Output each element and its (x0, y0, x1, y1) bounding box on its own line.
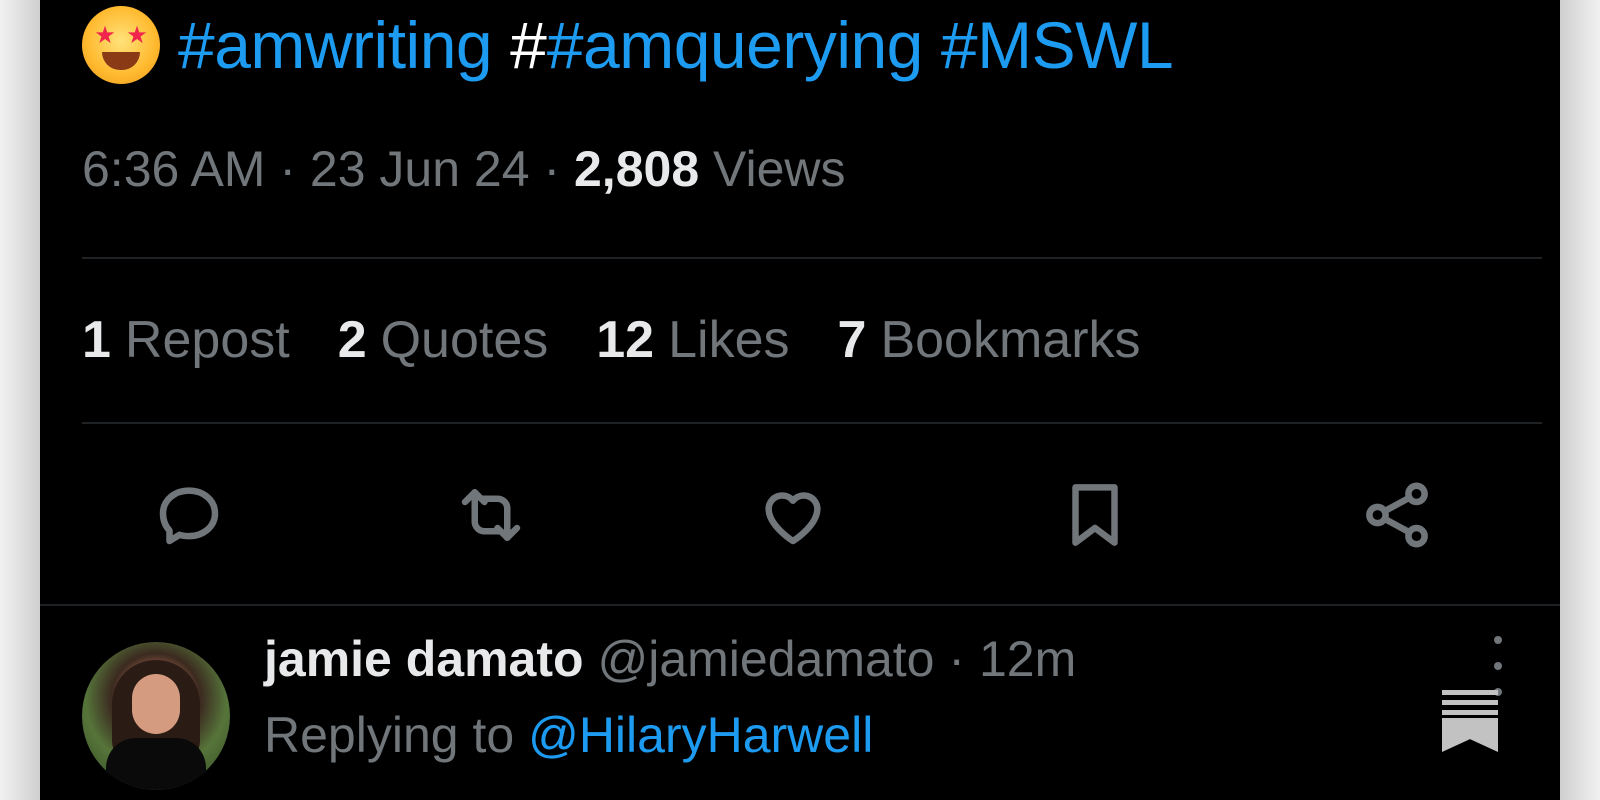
hashtag-amwriting[interactable]: #amwriting (178, 7, 493, 83)
bookmark-button[interactable] (1050, 470, 1140, 560)
repost-icon (461, 489, 521, 541)
divider (82, 422, 1542, 424)
reply-author-name[interactable]: jamie damato (264, 631, 584, 687)
action-bar (40, 470, 1560, 560)
more-options-icon[interactable] (1478, 636, 1518, 696)
divider (40, 604, 1560, 606)
likes-stat[interactable]: 12 Likes (596, 310, 789, 370)
replying-to-prefix: Replying to (264, 707, 515, 763)
reposts-stat[interactable]: 1 Repost (82, 310, 290, 370)
hashtags-row: ★ ★ #amwriting ##amquerying #MSWL (82, 4, 1174, 86)
extra-hash-prefix: # (510, 8, 547, 82)
replying-to-line: Replying to @HilaryHarwell (264, 706, 873, 764)
replying-to-mention[interactable]: @HilaryHarwell (528, 707, 873, 763)
tweet-time[interactable]: 6:36 AM (82, 141, 265, 197)
bookmark-icon (1072, 484, 1118, 546)
bookmarks-stat[interactable]: 7 Bookmarks (838, 310, 1141, 370)
share-icon (1366, 482, 1428, 548)
reply-author-handle[interactable]: @jamiedamato (597, 631, 934, 687)
star-struck-emoji-icon: ★ ★ (82, 6, 160, 84)
views-label: Views (713, 141, 846, 197)
tweet-meta: 6:36 AM · 23 Jun 24 · 2,808 Views (82, 141, 846, 197)
tweet-date[interactable]: 23 Jun 24 (310, 141, 530, 197)
hashtag-mswl[interactable]: #MSWL (941, 7, 1174, 83)
reply-time[interactable]: 12m (979, 631, 1076, 687)
engagement-stats: 1 Repost 2 Quotes 12 Likes 7 Bookmarks (82, 310, 1141, 370)
divider (82, 257, 1542, 259)
tweet-panel: ★ ★ #amwriting ##amquerying #MSWL 6:36 A… (40, 0, 1560, 800)
avatar[interactable] (82, 642, 230, 790)
hashtag-amquerying[interactable]: #amquerying (547, 8, 924, 82)
repost-button[interactable] (446, 470, 536, 560)
share-button[interactable] (1352, 470, 1442, 560)
reply-button[interactable] (144, 470, 234, 560)
like-button[interactable] (748, 470, 838, 560)
bookmark-stack-icon[interactable] (1442, 690, 1498, 754)
separator: · (948, 631, 966, 687)
hashtag-amquerying-wrapper: ##amquerying (510, 7, 923, 83)
quotes-stat[interactable]: 2 Quotes (338, 310, 549, 370)
views-count: 2,808 (574, 141, 700, 197)
reply-item[interactable]: jamie damato @jamiedamato · 12m Replying… (40, 630, 1560, 800)
like-icon (765, 492, 821, 545)
reply-icon (159, 487, 219, 545)
reply-header: jamie damato @jamiedamato · 12m (264, 630, 1076, 688)
